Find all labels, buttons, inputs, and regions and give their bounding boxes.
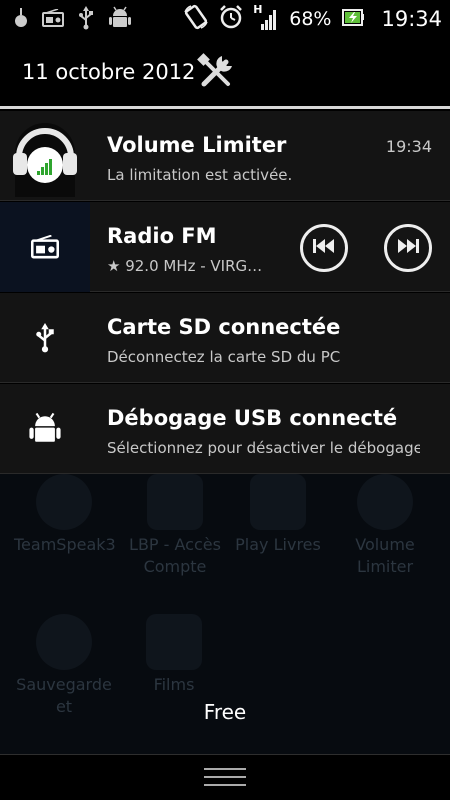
notification-subtitle: La limitation est activée.	[107, 166, 293, 184]
notification-title: Débogage USB connecté	[107, 406, 398, 430]
tools-icon[interactable]	[196, 52, 236, 96]
radio-icon	[42, 9, 64, 27]
battery-percent: 68%	[289, 8, 332, 30]
next-button[interactable]	[384, 224, 432, 272]
radio-icon	[0, 202, 90, 292]
notification-sd-card[interactable]: Carte SD connectée Déconnectez la carte …	[0, 293, 450, 383]
volume-limiter-icon	[0, 111, 90, 201]
previous-button[interactable]	[300, 224, 348, 272]
notification-title: Carte SD connectée	[107, 315, 341, 339]
volume-limiter-app-icon	[357, 474, 413, 530]
android-icon	[108, 6, 132, 30]
bottom-divider	[0, 754, 450, 755]
header-divider	[0, 106, 450, 109]
notification-title: Radio FM	[107, 224, 217, 248]
signal-icon: H	[253, 3, 279, 32]
notification-subtitle: Sélectionnez pour désactiver le débogage…	[107, 439, 420, 457]
notification-subtitle: ★ 92.0 MHz - VIRG…	[107, 257, 263, 275]
drag-handle[interactable]	[204, 768, 246, 792]
notification-time: 19:34	[385, 137, 432, 156]
status-bar: H 68% 19:34	[0, 0, 450, 36]
carrier-label: Free	[203, 700, 247, 724]
date-label: 11 octobre 2012	[22, 60, 196, 84]
battery-icon	[341, 7, 365, 31]
films-icon	[146, 614, 202, 670]
notification-subtitle: Déconnectez la carte SD du PC	[107, 348, 341, 366]
notification-usb-debugging[interactable]: Débogage USB connecté Sélectionnez pour …	[0, 384, 450, 474]
notification-title: Volume Limiter	[107, 133, 287, 157]
alarm-icon	[219, 5, 243, 33]
notification-volume-limiter[interactable]: Volume Limiter 19:34 La limitation est a…	[0, 111, 450, 201]
rotate-icon	[183, 4, 209, 34]
notification-header: 11 octobre 2012	[0, 36, 450, 106]
next-icon	[396, 238, 420, 258]
app-films: Films	[124, 614, 224, 696]
backup-icon	[36, 614, 92, 670]
bug-icon	[14, 7, 28, 29]
play-books-icon	[250, 474, 306, 530]
previous-icon	[312, 238, 336, 258]
clock: 19:34	[381, 7, 442, 31]
app-teamspeak: TeamSpeak3	[14, 474, 116, 556]
usb-icon	[0, 293, 90, 383]
notification-radio-fm[interactable]: Radio FM ★ 92.0 MHz - VIRG…	[0, 202, 450, 292]
app-play-livres: Play Livres	[228, 474, 328, 556]
android-icon	[0, 384, 90, 474]
lbp-icon	[147, 474, 203, 530]
teamspeak-icon	[36, 474, 92, 530]
usb-icon	[78, 6, 94, 30]
app-volume-limiter: Volume Limiter	[340, 474, 430, 578]
app-lbp: LBP - Accès Compte	[120, 474, 230, 578]
